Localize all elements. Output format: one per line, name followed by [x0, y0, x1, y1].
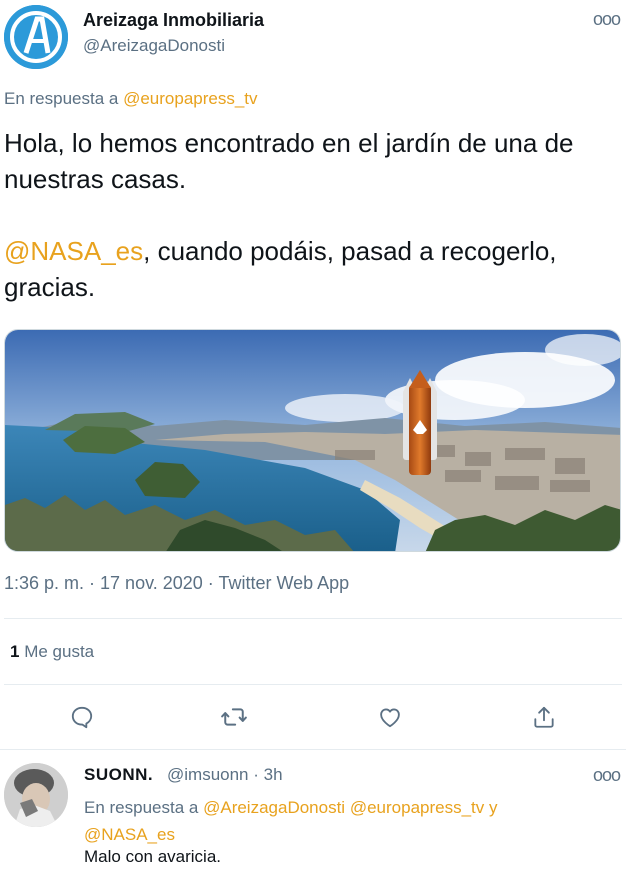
reply-text: Malo con avaricia.	[84, 847, 222, 866]
tweet-text-line1: Hola, lo hemos encontrado en el jardín d…	[4, 128, 574, 194]
reply-prefix: En respuesta a	[4, 89, 119, 108]
reply-avatar-photo	[4, 763, 68, 827]
likes-number: 1	[10, 642, 20, 661]
reply-reply-prefix: En respuesta a	[84, 798, 199, 817]
likes-count[interactable]: 1 Me gusta	[10, 642, 94, 662]
retweet-icon	[221, 708, 247, 726]
divider	[0, 749, 626, 750]
author-handle[interactable]: @AreizagaDonosti	[83, 36, 225, 56]
reply-icon	[71, 706, 93, 729]
tweet-text-line2: @NASA_es, cuando podáis, pasad a recoger…	[4, 233, 619, 305]
reply-mention-link[interactable]: @europapress_tv	[123, 89, 257, 108]
more-options-icon[interactable]: ooo	[593, 9, 621, 30]
divider	[4, 684, 622, 685]
areizaga-logo-icon	[4, 5, 68, 69]
reply-button[interactable]	[66, 701, 98, 733]
tweet-media-image[interactable]	[4, 329, 621, 552]
reply-mention-europapress[interactable]: @europapress_tv	[350, 798, 484, 817]
reply-context: En respuesta a @europapress_tv	[4, 89, 258, 109]
tweet-text: Hola, lo hemos encontrado en el jardín d…	[4, 125, 619, 305]
reply-mention-areizaga[interactable]: @AreizagaDonosti	[203, 798, 345, 817]
reply-mention-nasa[interactable]: @NASA_es	[84, 825, 175, 844]
likes-label: Me gusta	[24, 642, 95, 661]
author-name[interactable]: Areizaga Inmobiliaria	[83, 10, 264, 31]
reply-reply-context: En respuesta a @AreizagaDonosti @europap…	[84, 794, 604, 848]
tweet-timestamp[interactable]: 1:36 p. m. · 17 nov. 2020 · Twitter Web …	[4, 573, 349, 594]
reply-author-avatar[interactable]	[4, 763, 68, 827]
like-button[interactable]	[374, 701, 406, 733]
share-button[interactable]	[528, 701, 560, 733]
author-avatar[interactable]	[4, 5, 68, 69]
nasa-mention-link[interactable]: @NASA_es	[4, 236, 143, 266]
coast-city-photo	[5, 330, 620, 551]
share-icon	[534, 706, 554, 728]
reply-more-options-icon[interactable]: ooo	[593, 765, 621, 786]
divider	[4, 618, 622, 619]
reply-author-handle[interactable]: @imsuonn · 3h	[167, 765, 283, 785]
retweet-button[interactable]	[218, 701, 250, 733]
reply-mention-conjunction: y	[489, 798, 498, 817]
reply-author-name[interactable]: SUONN.	[84, 765, 153, 785]
heart-icon	[380, 708, 400, 728]
